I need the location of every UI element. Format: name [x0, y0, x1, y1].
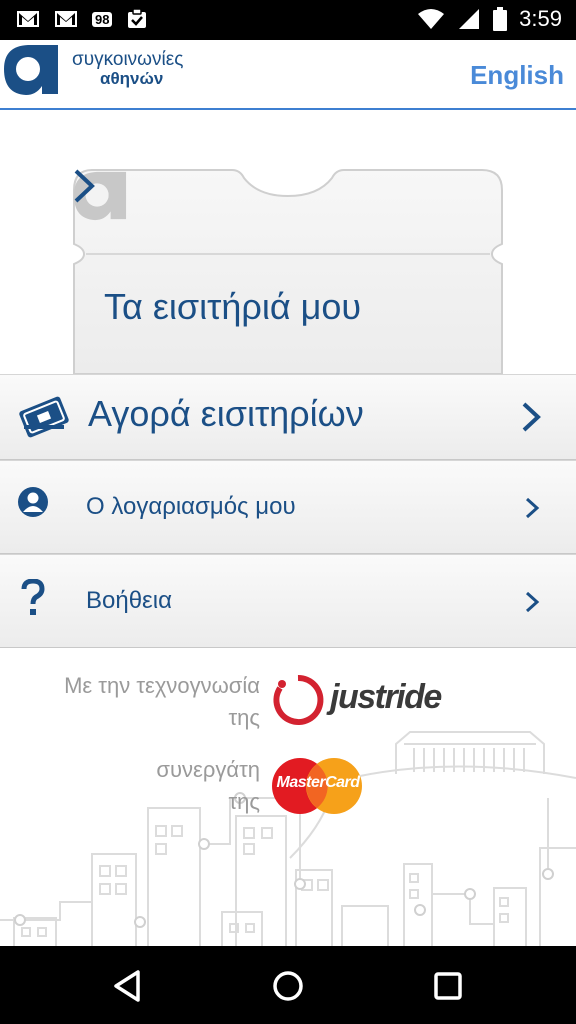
buy-tickets-label: Αγορά εισιτηρίων — [88, 393, 364, 434]
my-tickets-card[interactable]: Τα εισιτήριά μου — [72, 168, 504, 374]
chevron-right-icon — [522, 402, 541, 432]
battery-icon — [493, 7, 508, 31]
system-status: 3:59 — [417, 6, 562, 32]
ticket-icon — [19, 396, 69, 438]
back-icon[interactable] — [108, 966, 148, 1006]
my-account-button[interactable]: Ο λογαριασμός μου — [0, 460, 576, 554]
powered-by-text: Με την τεχνογνωσία της — [64, 673, 260, 730]
status-bar: 98 3:59 — [0, 0, 576, 40]
recents-icon[interactable] — [428, 966, 468, 1006]
question-icon — [21, 579, 45, 615]
partner-text: συνεργάτη της — [156, 757, 260, 814]
notification-icons: 98 — [16, 8, 148, 30]
help-button[interactable]: Βοήθεια — [0, 554, 576, 648]
brand-name: συγκοινωνίες αθηνών — [72, 50, 183, 88]
ticket-shape — [73, 169, 503, 374]
home-icon[interactable] — [268, 966, 308, 1006]
signal-icon — [459, 9, 480, 29]
footer: Με την τεχνογνωσία της justride συνεργάτ… — [0, 648, 576, 946]
buy-tickets-button[interactable]: Αγορά εισιτηρίων — [0, 374, 576, 460]
chevron-right-icon — [74, 169, 95, 203]
help-label: Βοήθεια — [86, 587, 172, 614]
mastercard-wordmark: MasterCard — [276, 774, 360, 791]
app-header: συγκοινωνίες αθηνών English — [0, 40, 576, 110]
clock: 3:59 — [519, 6, 562, 31]
my-tickets-label: Τα εισιτήριά μου — [104, 286, 362, 327]
user-icon — [18, 487, 48, 517]
my-account-label: Ο λογαριασμός μου — [86, 493, 296, 520]
oasa-logo-icon[interactable] — [2, 42, 60, 96]
justride-brand: justride — [330, 678, 442, 716]
navigation-bar — [0, 946, 576, 1024]
wifi-icon — [418, 9, 445, 29]
brand-line2: αθηνών — [100, 69, 164, 88]
language-button[interactable]: English — [470, 60, 564, 91]
gmail-icon — [55, 11, 77, 27]
chevron-right-icon — [525, 497, 540, 519]
gmail-icon — [17, 11, 39, 27]
notification-badge: 98 — [92, 11, 113, 27]
clipboard-check-icon — [128, 8, 147, 28]
brand-line1: συγκοινωνίες — [72, 49, 184, 70]
chevron-right-icon — [525, 591, 540, 613]
justride-logo-icon — [273, 674, 324, 725]
